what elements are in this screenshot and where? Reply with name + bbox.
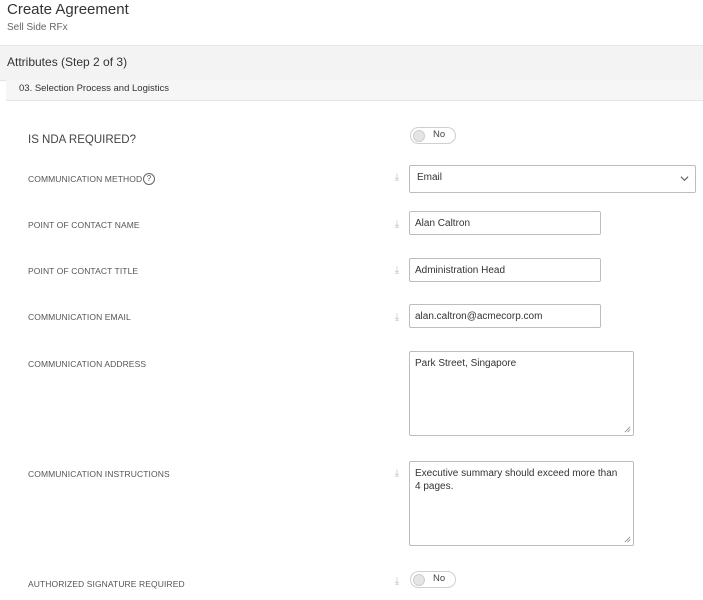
resize-handle-icon[interactable] <box>624 426 631 433</box>
nda-required-label: IS NDA REQUIRED? <box>28 134 136 146</box>
drag-handle-icon[interactable]: ⤓ <box>393 576 401 588</box>
question-circle-icon[interactable]: ? <box>143 173 155 185</box>
toggle-knob <box>413 130 425 142</box>
contact-name-label: POINT OF CONTACT NAME <box>28 220 140 230</box>
page-subtitle: Sell Side RFx <box>7 22 68 33</box>
step-title: Attributes (Step 2 of 3) <box>7 55 128 69</box>
section-header[interactable]: 03. Selection Process and Logistics <box>6 80 703 101</box>
nda-required-value: No <box>433 129 446 140</box>
step-header: Attributes (Step 2 of 3) <box>0 45 703 81</box>
drag-handle-icon[interactable]: ⤓ <box>393 219 401 231</box>
page-header: Create Agreement Sell Side RFx <box>0 0 703 44</box>
communication-address-label: COMMUNICATION ADDRESS <box>28 359 147 369</box>
drag-handle-icon[interactable]: ⤓ <box>393 265 401 277</box>
communication-instructions-label: COMMUNICATION INSTRUCTIONS <box>28 469 170 479</box>
chevron-down-icon <box>680 176 689 182</box>
authorized-signature-label: AUTHORIZED SIGNATURE REQUIRED <box>28 579 185 589</box>
toggle-knob <box>413 574 425 586</box>
communication-email-label: COMMUNICATION EMAIL <box>28 312 131 322</box>
contact-title-input[interactable]: Administration Head <box>409 258 601 282</box>
communication-email-value: alan.caltron@acmecorp.com <box>415 311 543 322</box>
communication-address-value: Park Street, Singapore <box>415 358 517 369</box>
authorized-signature-toggle[interactable]: No <box>410 571 456 588</box>
communication-method-label: COMMUNICATION METHOD <box>28 174 143 184</box>
contact-title-label: POINT OF CONTACT TITLE <box>28 266 139 276</box>
resize-handle-icon[interactable] <box>624 536 631 543</box>
contact-name-input[interactable]: Alan Caltron <box>409 211 601 235</box>
section-title: 03. Selection Process and Logistics <box>19 83 169 94</box>
communication-instructions-value: Executive summary should exceed more tha… <box>415 468 618 492</box>
communication-method-value: Email <box>417 172 443 183</box>
communication-email-input[interactable]: alan.caltron@acmecorp.com <box>409 304 601 328</box>
contact-title-value: Administration Head <box>415 265 506 276</box>
page-title: Create Agreement <box>7 1 129 18</box>
contact-name-value: Alan Caltron <box>415 218 471 229</box>
communication-method-select[interactable]: Email <box>409 165 696 193</box>
create-agreement-page: Create Agreement Sell Side RFx Attribute… <box>0 0 703 600</box>
nda-required-toggle[interactable]: No <box>410 127 456 144</box>
drag-handle-icon[interactable]: ⤓ <box>393 312 401 324</box>
communication-address-textarea[interactable]: Park Street, Singapore <box>409 351 634 436</box>
drag-handle-icon[interactable]: ⤓ <box>393 172 401 184</box>
drag-handle-icon[interactable]: ⤓ <box>393 468 401 480</box>
communication-instructions-textarea[interactable]: Executive summary should exceed more tha… <box>409 461 634 546</box>
authorized-signature-value: No <box>433 573 446 584</box>
